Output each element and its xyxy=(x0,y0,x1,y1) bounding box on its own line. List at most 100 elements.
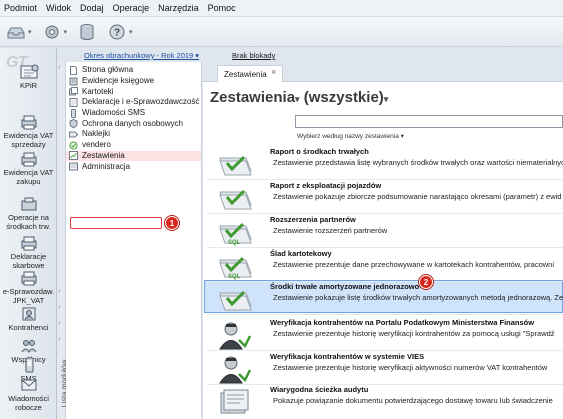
modules-strip[interactable]: ‹ › › › › Lista modułów xyxy=(57,60,69,419)
report-title: Weryfikacja kontrahentów na Portalu Poda… xyxy=(270,318,535,327)
blocks-link[interactable]: Brak blokady xyxy=(232,51,275,60)
label-icon xyxy=(69,130,82,139)
report-description: Zestawienie przedstawia listę wybranych … xyxy=(273,158,563,167)
tab-label: Zestawienia xyxy=(224,69,267,79)
nav-item-label: Ewidencja VAT sprzedaży xyxy=(3,131,54,149)
report-title: Wiarygodna ścieżka audytu xyxy=(270,385,369,394)
tree-item-label: Zestawienia xyxy=(82,150,125,160)
report-row[interactable]: Wiarygodna ścieżka audytu Pokazuje powiąz… xyxy=(207,385,563,417)
menu-narzedzia[interactable]: Narzędzia xyxy=(158,3,199,13)
menu-dodaj[interactable]: Dodaj xyxy=(80,3,104,13)
toolbar-settings-button[interactable]: ▾ xyxy=(42,23,68,41)
chevron-left-icon[interactable]: ‹ xyxy=(58,64,60,71)
tree-item-3[interactable]: Deklaracje i e-Sprawozdawczość xyxy=(66,97,201,108)
search-mode-dropdown[interactable]: Wybierz według nazwy zestawienia ▾ xyxy=(297,132,404,140)
nav-item-label: KPiR xyxy=(19,81,38,90)
printer-icon xyxy=(0,270,57,286)
nav-item-2[interactable]: Ewidencja VAT zakupu xyxy=(0,151,57,186)
search-hint-label: Wybierz według nazwy zestawienia xyxy=(297,133,399,140)
help-icon: ? xyxy=(109,24,125,39)
chevron-down-icon: ▾ xyxy=(28,28,32,36)
menu-podmiot[interactable]: Podmiot xyxy=(4,3,37,13)
row-divider xyxy=(207,350,563,351)
step-badge-2: 2 xyxy=(419,275,433,289)
tree-item-4[interactable]: Wiadomości SMS xyxy=(66,108,201,119)
toolbar-help-button[interactable]: ? ▾ xyxy=(107,23,133,41)
selection-highlight xyxy=(70,217,162,229)
chevron-right-icon[interactable]: › xyxy=(58,336,60,343)
report-description: Zestawienie prezentuje dane przechowywan… xyxy=(273,260,554,269)
chevron-down-icon[interactable]: ▾ xyxy=(295,94,300,104)
tree-item-8[interactable]: Zestawienia xyxy=(66,150,201,162)
accounting-period-label: Okres obrachunkowy - Rok 2019 xyxy=(84,51,194,60)
database-icon xyxy=(80,23,94,40)
report-row[interactable]: Raport z eksploatacji pojazdów Zestawieni… xyxy=(207,181,563,213)
menu-bar: Podmiot Widok Dodaj Operacje Narzędzia P… xyxy=(0,0,563,17)
menu-pomoc[interactable]: Pomoc xyxy=(208,3,236,13)
toolbar-tray-button[interactable]: ▾ xyxy=(6,23,32,41)
report-row[interactable]: SQL Ślad kartotekowy Zestawienie prezentuj… xyxy=(207,249,563,281)
nav-item-6[interactable]: Kontrahenci xyxy=(0,306,57,332)
search-input[interactable] xyxy=(295,115,563,128)
menu-widok[interactable]: Widok xyxy=(46,3,71,13)
module-sidebar: GT KPiR Ewidencja VAT sprzedaży Ewidencja … xyxy=(0,48,57,419)
tree-item-label: Wiadomości SMS xyxy=(82,108,146,118)
book-icon xyxy=(69,77,82,86)
nav-item-4[interactable]: Deklaracje skarbowe xyxy=(0,235,57,270)
accounting-period-link[interactable]: Okres obrachunkowy - Rok 2019 ▾ xyxy=(84,51,199,60)
tree-item-1[interactable]: Ewidencje księgowe xyxy=(66,76,201,87)
report-description: Zestawienie rozszerzeń partnerów xyxy=(273,226,388,235)
tree-item-5[interactable]: Ochrona danych osobowych xyxy=(66,118,201,129)
chevron-down-icon[interactable]: ▾ xyxy=(384,94,389,104)
report-row[interactable]: Raport o środkach trwałych Zestawienie pr… xyxy=(207,147,563,179)
tab-bar: Zestawienia × xyxy=(203,62,563,82)
envelope-icon xyxy=(0,377,57,393)
toolbar-database-button[interactable] xyxy=(77,23,97,41)
page-title: Zestawienia▾ (wszystkie)▾ xyxy=(210,89,388,106)
filter-dropdown[interactable]: (wszystkie) xyxy=(304,89,384,106)
chevron-right-icon[interactable]: › xyxy=(58,304,60,311)
report-title: Raport o środkach trwałych xyxy=(270,147,369,156)
page-title-text[interactable]: Zestawienia xyxy=(210,89,295,106)
printer-icon xyxy=(0,235,57,251)
chevron-right-icon[interactable]: › xyxy=(58,288,60,295)
tree-item-label: vendero xyxy=(82,140,111,150)
nav-item-9[interactable]: Wiadomości robocze xyxy=(0,377,57,412)
report-row[interactable]: Weryfikacja kontrahentów na Portalu Poda… xyxy=(207,318,563,350)
sms-icon xyxy=(0,357,57,373)
tree-item-label: Ochrona danych osobowych xyxy=(82,118,183,128)
row-divider xyxy=(207,179,563,180)
nav-item-0[interactable]: KPiR xyxy=(0,64,57,90)
admin-icon xyxy=(69,162,82,171)
main-panel: Zestawienia × Zestawienia▾ (wszystkie)▾ … xyxy=(203,62,563,419)
printer-icon xyxy=(0,114,57,130)
machine-icon xyxy=(0,196,57,212)
tree-item-2[interactable]: Kartoteki xyxy=(66,86,201,97)
ledger-icon xyxy=(0,64,57,80)
close-icon[interactable]: × xyxy=(271,67,276,77)
tree-item-0[interactable]: Strona główna xyxy=(66,65,201,76)
navigation-tree: Strona główna Ewidencje księgowe Kartoteki… xyxy=(66,62,202,419)
chevron-down-icon: ▾ xyxy=(63,28,68,36)
report-title: Środki trwałe amortyzowane jednorazowo xyxy=(270,282,420,291)
vendero-icon xyxy=(69,141,82,150)
report-row[interactable]: Środki trwałe amortyzowane jednorazowo Ze… xyxy=(207,282,563,314)
row-divider xyxy=(207,213,563,214)
nav-item-label: Kontrahenci xyxy=(8,323,49,332)
nav-item-label: Deklaracje skarbowe xyxy=(10,252,47,270)
nav-item-1[interactable]: Ewidencja VAT sprzedaży xyxy=(0,114,57,149)
sms-icon xyxy=(69,108,82,118)
report-row[interactable]: SQL Rozszerzenia partnerów Zestawienie roz… xyxy=(207,215,563,247)
report-row[interactable]: Weryfikacja kontrahentów w systemie VIES… xyxy=(207,352,563,384)
report-description: Zestawienie pokazuje zbiorcze podsumowan… xyxy=(273,192,562,201)
menu-operacje[interactable]: Operacje xyxy=(113,3,150,13)
row-divider xyxy=(207,247,563,248)
nav-item-3[interactable]: Operacje na środkach trw. xyxy=(0,196,57,231)
tree-item-6[interactable]: Naklejki xyxy=(66,129,201,140)
tree-item-7[interactable]: vendero xyxy=(66,140,201,151)
tree-item-9[interactable]: Administracja xyxy=(66,161,201,172)
tree-item-label: Administracja xyxy=(82,161,131,171)
chevron-right-icon[interactable]: › xyxy=(58,320,60,327)
nav-item-5[interactable]: e-Sprawozdaw. JPK_VAT xyxy=(0,270,57,305)
report-title: Weryfikacja kontrahentów w systemie VIES xyxy=(270,352,425,361)
